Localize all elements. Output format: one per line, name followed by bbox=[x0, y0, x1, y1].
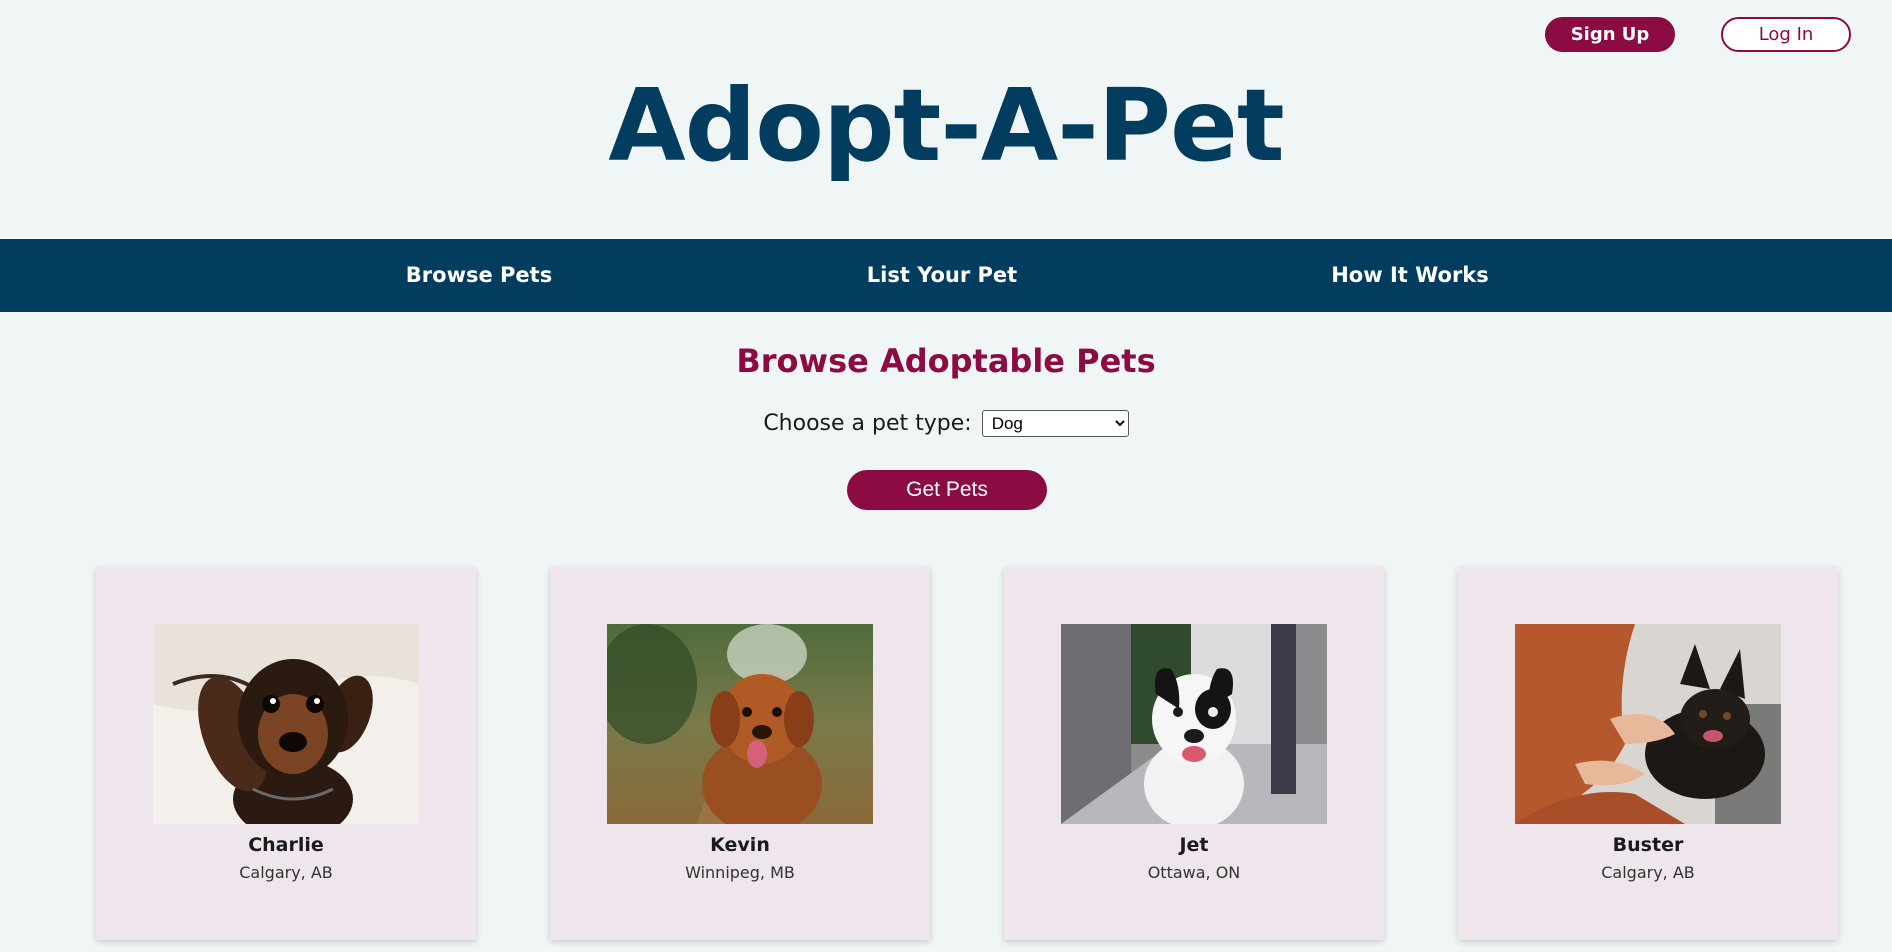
nav-item-list-your-pet[interactable]: List Your Pet bbox=[867, 239, 1017, 312]
site-logo[interactable]: Adopt-A-Pet bbox=[0, 76, 1892, 176]
pet-location: Ottawa, ON bbox=[1147, 863, 1241, 882]
pet-photo-jet bbox=[1061, 624, 1327, 824]
pet-name: Charlie bbox=[248, 834, 324, 856]
get-pets-button[interactable]: Get Pets bbox=[847, 470, 1047, 510]
pet-type-select[interactable]: Dog bbox=[981, 410, 1129, 437]
nav-item-browse-pets[interactable]: Browse Pets bbox=[406, 239, 552, 312]
main-nav: Browse Pets List Your Pet How It Works bbox=[0, 239, 1892, 312]
pet-type-label: Choose a pet type: bbox=[763, 411, 972, 436]
pet-type-filter: Choose a pet type: Dog bbox=[0, 410, 1892, 437]
pet-card-charlie[interactable]: Charlie Calgary, AB bbox=[96, 567, 476, 940]
pet-photo-buster bbox=[1515, 624, 1781, 824]
pet-card-buster[interactable]: Buster Calgary, AB bbox=[1458, 567, 1838, 940]
pet-name: Buster bbox=[1612, 834, 1684, 856]
pet-name: Kevin bbox=[710, 834, 770, 856]
sign-up-button[interactable]: Sign Up bbox=[1545, 17, 1675, 52]
pet-location: Calgary, AB bbox=[1601, 863, 1695, 882]
auth-buttons: Sign Up Log In bbox=[1545, 17, 1851, 52]
pet-card-jet[interactable]: Jet Ottawa, ON bbox=[1004, 567, 1384, 940]
pet-location: Calgary, AB bbox=[239, 863, 333, 882]
log-in-button[interactable]: Log In bbox=[1721, 17, 1851, 52]
nav-item-how-it-works[interactable]: How It Works bbox=[1331, 239, 1489, 312]
pet-name: Jet bbox=[1179, 834, 1209, 856]
pet-photo-kevin bbox=[607, 624, 873, 824]
pet-card-kevin[interactable]: Kevin Winnipeg, MB bbox=[550, 567, 930, 940]
page-title: Browse Adoptable Pets bbox=[736, 342, 1156, 380]
pet-location: Winnipeg, MB bbox=[685, 863, 795, 882]
pet-photo-charlie bbox=[153, 624, 419, 824]
